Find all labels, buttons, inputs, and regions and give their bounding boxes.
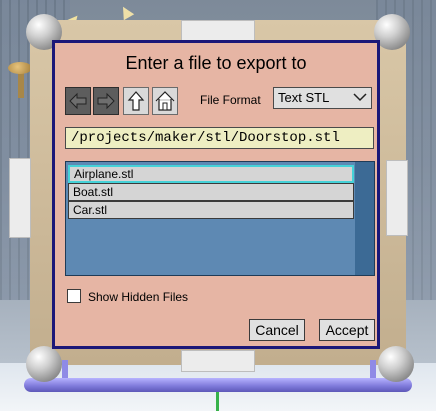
back-button[interactable] (65, 87, 91, 115)
show-hidden-label: Show Hidden Files (88, 290, 189, 304)
file-list[interactable]: Airplane.stl Boat.stl Car.stl (65, 161, 375, 276)
cancel-button[interactable]: Cancel (249, 319, 305, 341)
chevron-down-icon (353, 93, 367, 102)
arrow-left-icon (69, 92, 87, 110)
list-item[interactable]: Car.stl (68, 201, 354, 219)
corner-sphere[interactable] (378, 346, 414, 382)
show-hidden-checkbox[interactable] (67, 289, 81, 303)
rail-post (62, 360, 68, 380)
frame-tab-bottom (181, 350, 255, 372)
export-dialog: Enter a file to export to File Format Te… (52, 40, 380, 349)
peg (8, 62, 32, 74)
frame-tab-right (386, 160, 408, 236)
list-item[interactable]: Boat.stl (68, 183, 354, 201)
arrow-up-icon (127, 91, 145, 111)
file-format-value: Text STL (278, 90, 330, 105)
list-item[interactable]: Airplane.stl (68, 165, 354, 183)
list-scrollbar[interactable] (355, 162, 374, 275)
rail-post (370, 360, 376, 380)
decor-shape (117, 3, 135, 21)
rail-bar (24, 378, 412, 392)
home-icon (155, 91, 175, 111)
peg-stick (18, 72, 24, 98)
file-format-dropdown[interactable]: Text STL (273, 87, 372, 109)
dialog-title: Enter a file to export to (125, 53, 307, 73)
file-format-label: File Format (200, 93, 261, 107)
forward-button[interactable] (93, 87, 119, 115)
up-directory-button[interactable] (123, 87, 149, 115)
frame-tab-left (9, 158, 31, 238)
file-path-input[interactable]: /projects/maker/stl/Doorstop.stl (65, 127, 374, 149)
arrow-right-icon (97, 92, 115, 110)
accept-button[interactable]: Accept (319, 319, 375, 341)
home-button[interactable] (152, 87, 178, 115)
corner-sphere[interactable] (26, 346, 62, 382)
